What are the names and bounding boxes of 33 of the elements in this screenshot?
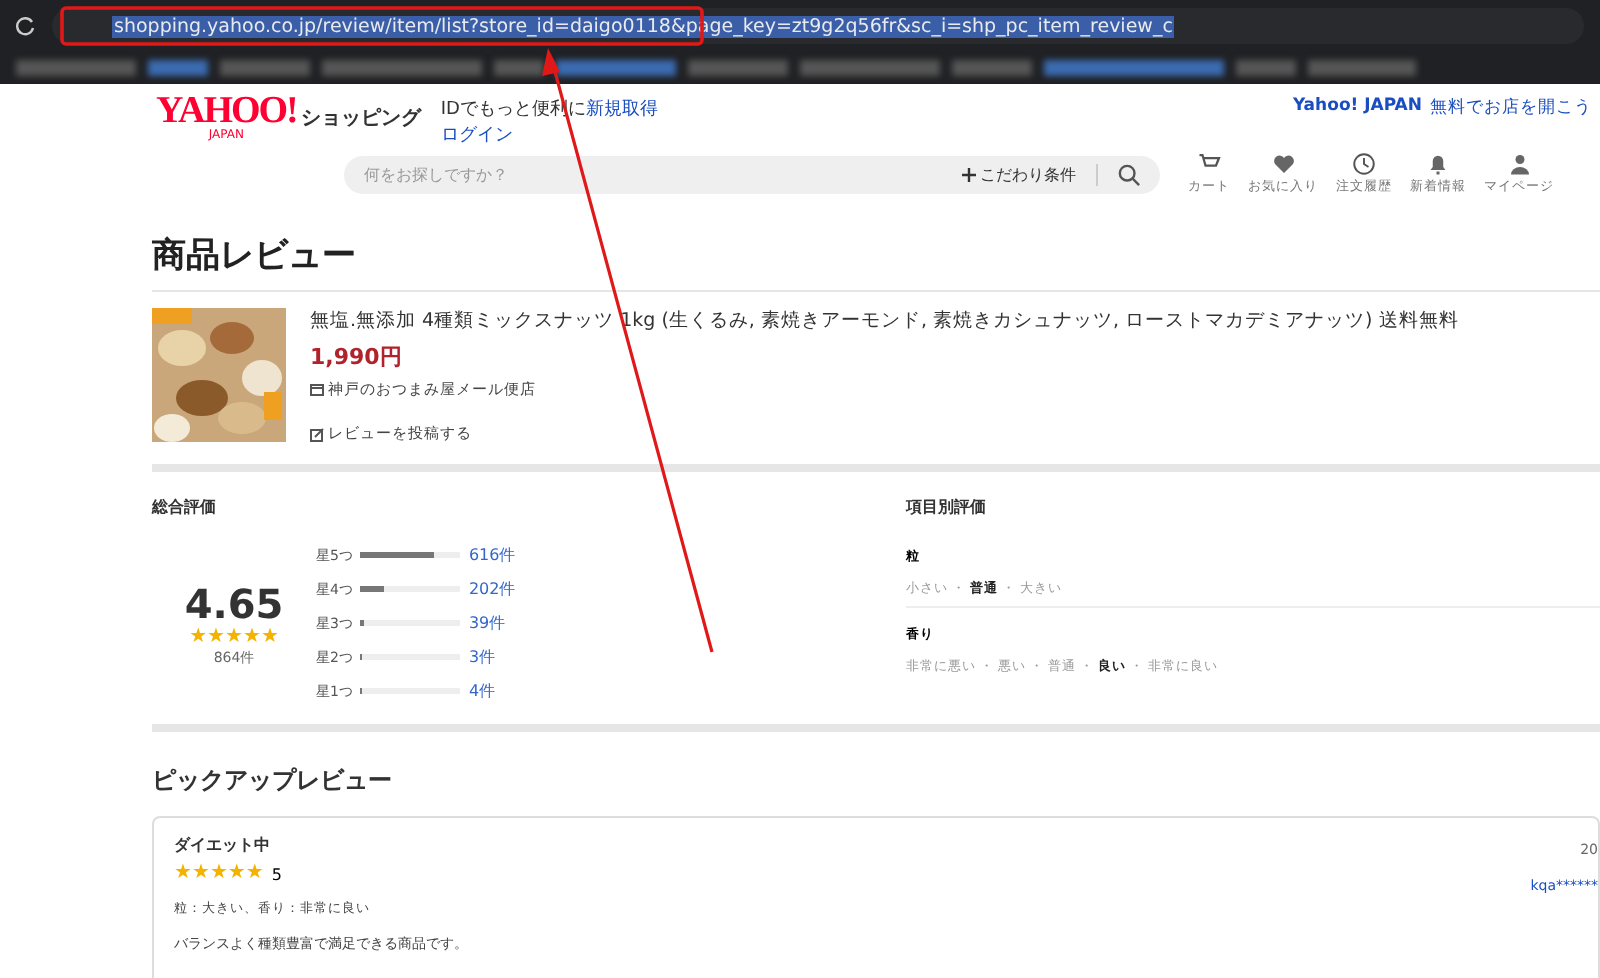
open-store-link[interactable]: 無料でお店を開こう	[1430, 96, 1592, 120]
star-rating: ★★★★★	[189, 627, 279, 647]
count-link[interactable]: 616件	[468, 544, 516, 566]
section-title: 項目別評価	[906, 496, 988, 518]
edit-icon	[310, 427, 324, 441]
plus-icon	[962, 167, 976, 181]
section-title: 総合評価	[152, 496, 218, 518]
count-link[interactable]: 39件	[468, 612, 506, 634]
signup-link[interactable]: 新規取得	[585, 100, 658, 120]
clock-icon	[1352, 152, 1376, 176]
count-link[interactable]: 3件	[468, 646, 496, 668]
bell-icon	[1426, 152, 1450, 176]
store-icon	[310, 384, 324, 396]
review-score: 5	[271, 865, 282, 883]
product-price: 1,990円	[310, 342, 404, 372]
review-title: ダイエット中	[174, 834, 272, 856]
search-placeholder: 何をお探しですか？	[364, 163, 508, 185]
section-title: ピックアップレビュー	[152, 764, 394, 798]
rating-bar	[360, 552, 461, 558]
search-icon[interactable]	[1118, 163, 1140, 185]
user-icon	[1507, 152, 1531, 176]
page-title: 商品レビュー	[152, 234, 358, 278]
count-link[interactable]: 202件	[468, 578, 516, 600]
count-link[interactable]: 4件	[468, 680, 496, 702]
search-field[interactable]: 何をお探しですか？ こだわり条件	[344, 155, 1160, 193]
average-score: 4.65	[184, 579, 284, 627]
heart-icon	[1271, 152, 1295, 176]
login-link[interactable]: ログイン	[440, 122, 658, 148]
filter-button[interactable]: こだわり条件	[980, 163, 1098, 185]
yahoo-japan-link[interactable]: Yahoo! JAPAN	[1292, 96, 1422, 120]
service-name: ショッピング	[300, 105, 421, 132]
star-rating: ★★★★★	[174, 864, 264, 884]
reload-icon[interactable]	[16, 16, 36, 36]
